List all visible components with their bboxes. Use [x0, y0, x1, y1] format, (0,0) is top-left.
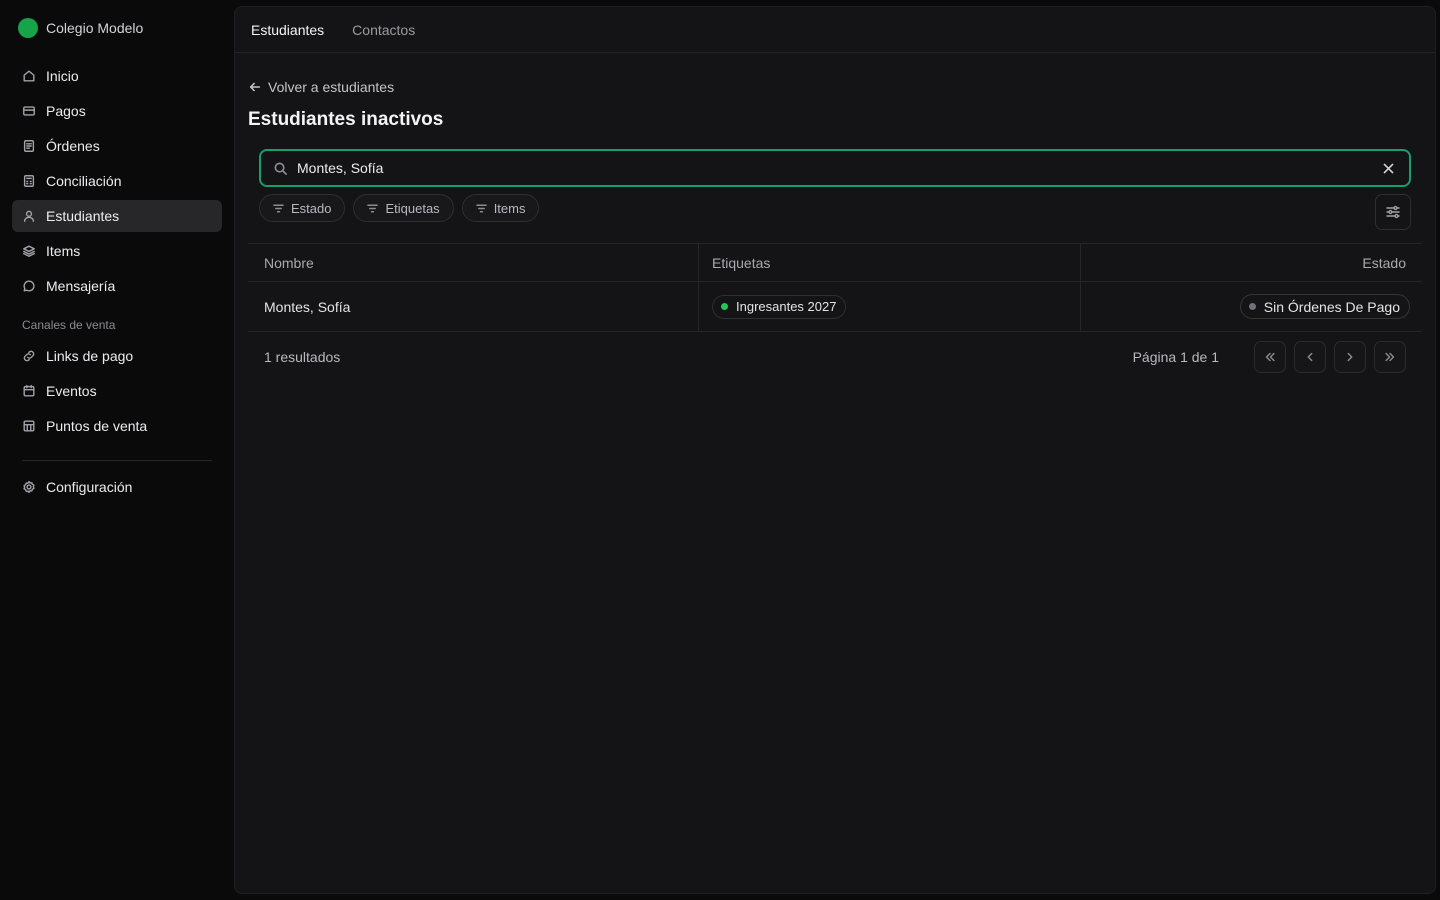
clear-search-button[interactable]: [1379, 159, 1397, 177]
filter-icon: [475, 204, 487, 212]
pagination: Página 1 de 1: [1133, 341, 1406, 373]
back-link-label: Volver a estudiantes: [268, 79, 395, 95]
filter-etiquetas[interactable]: Etiquetas: [353, 194, 454, 222]
sidebar-item-estudiantes[interactable]: Estudiantes: [12, 200, 222, 232]
home-icon: [23, 70, 35, 82]
header-etiquetas[interactable]: Etiquetas: [699, 244, 1081, 281]
status-label: Sin Órdenes De Pago: [1263, 298, 1400, 315]
tab-estudiantes[interactable]: Estudiantes: [251, 22, 324, 38]
page-title: Estudiantes inactivos: [248, 109, 444, 130]
search-input[interactable]: [297, 160, 1379, 176]
sidebar-item-label: Items: [46, 243, 81, 259]
search-icon: [274, 162, 287, 175]
sidebar-item-ordenes[interactable]: Órdenes: [12, 130, 222, 162]
view-settings-button[interactable]: [1375, 194, 1411, 230]
last-page-button[interactable]: [1374, 341, 1406, 373]
brand[interactable]: Colegio Modelo: [12, 16, 222, 40]
tab-contactos[interactable]: Contactos: [352, 22, 415, 38]
sidebar-item-label: Puntos de venta: [46, 418, 148, 434]
sidebar-item-label: Inicio: [46, 68, 79, 84]
calculator-icon: [23, 175, 35, 187]
table-row[interactable]: Montes, Sofía Ingresantes 2027 Sin Órden…: [248, 282, 1422, 332]
gear-icon: [23, 480, 35, 494]
link-icon: [23, 350, 35, 362]
status-badge: Sin Órdenes De Pago: [1239, 294, 1410, 319]
cell-nombre: Montes, Sofía: [248, 282, 699, 331]
back-link[interactable]: Volver a estudiantes: [248, 79, 394, 95]
sidebar: Colegio Modelo Inicio Pagos Órdenes Conc…: [0, 0, 234, 900]
calendar-icon: [23, 384, 35, 397]
sidebar-item-conciliacion[interactable]: Conciliación: [12, 165, 222, 197]
filter-label: Estado: [291, 200, 332, 216]
chevrons-left-icon: [1265, 352, 1275, 362]
filter-label: Etiquetas: [385, 200, 440, 216]
sidebar-item-label: Conciliación: [46, 173, 122, 189]
sidebar-item-links-de-pago[interactable]: Links de pago: [12, 340, 222, 372]
filters-row: Estado Etiquetas Items: [259, 194, 1411, 230]
sidebar-item-label: Órdenes: [46, 138, 100, 154]
students-table: Nombre Etiquetas Estado Montes, Sofía In…: [248, 243, 1422, 332]
next-page-button[interactable]: [1334, 341, 1366, 373]
chevron-right-icon: [1347, 352, 1353, 362]
sidebar-item-label: Mensajería: [46, 278, 116, 294]
sidebar-item-label: Configuración: [46, 479, 133, 495]
receipt-icon: [23, 140, 35, 152]
filter-estado[interactable]: Estado: [259, 194, 346, 222]
table-header-row: Nombre Etiquetas Estado: [248, 244, 1422, 282]
brand-name: Colegio Modelo: [46, 20, 144, 36]
filter-icon: [273, 204, 284, 212]
arrow-left-icon: [249, 82, 261, 92]
user-icon: [23, 210, 35, 222]
brand-logo: [18, 18, 38, 38]
layers-icon: [23, 245, 35, 257]
sidebar-item-label: Links de pago: [46, 348, 134, 364]
page-info: Página 1 de 1: [1132, 349, 1219, 365]
results-count: 1 resultados: [264, 349, 341, 365]
chevrons-right-icon: [1385, 352, 1395, 362]
chevron-left-icon: [1307, 352, 1313, 362]
sidebar-item-label: Eventos: [46, 383, 97, 399]
table-footer: 1 resultados Página 1 de 1: [248, 332, 1422, 382]
search-box: [259, 149, 1411, 187]
cell-estado: Sin Órdenes De Pago: [1081, 282, 1422, 331]
main-panel: Estudiantes Contactos Volver a estudiant…: [234, 6, 1436, 894]
sidebar-item-eventos[interactable]: Eventos: [12, 375, 222, 407]
header-estado[interactable]: Estado: [1081, 244, 1422, 281]
chat-icon: [23, 280, 35, 292]
sidebar-item-pagos[interactable]: Pagos: [12, 95, 222, 127]
sidebar-item-mensajeria[interactable]: Mensajería: [12, 270, 222, 302]
store-icon: [23, 420, 35, 432]
tag-dot: [721, 303, 728, 310]
tab-bar: Estudiantes Contactos: [235, 7, 1435, 53]
filter-label: Items: [493, 200, 526, 216]
tag-badge: Ingresantes 2027: [712, 294, 847, 319]
filter-items[interactable]: Items: [461, 194, 540, 222]
sidebar-divider: [22, 460, 212, 461]
first-page-button[interactable]: [1254, 341, 1286, 373]
prev-page-button[interactable]: [1294, 341, 1326, 373]
header-nombre[interactable]: Nombre: [248, 244, 699, 281]
filter-icon: [367, 204, 379, 212]
sidebar-item-label: Estudiantes: [46, 208, 120, 224]
sliders-icon: [1386, 205, 1400, 219]
cell-etiquetas: Ingresantes 2027: [699, 282, 1081, 331]
content: Volver a estudiantes Estudiantes inactiv…: [235, 79, 1435, 382]
credit-card-icon: [23, 106, 35, 116]
sidebar-item-configuracion[interactable]: Configuración: [12, 471, 222, 503]
sidebar-item-puntos-de-venta[interactable]: Puntos de venta: [12, 410, 222, 442]
tag-label: Ingresantes 2027: [736, 299, 837, 314]
sidebar-item-inicio[interactable]: Inicio: [12, 60, 222, 92]
sidebar-item-items[interactable]: Items: [12, 235, 222, 267]
status-dot: [1248, 303, 1256, 310]
sidebar-item-label: Pagos: [46, 103, 86, 119]
close-icon: [1383, 163, 1393, 173]
section-label-canales: Canales de venta: [22, 318, 116, 332]
